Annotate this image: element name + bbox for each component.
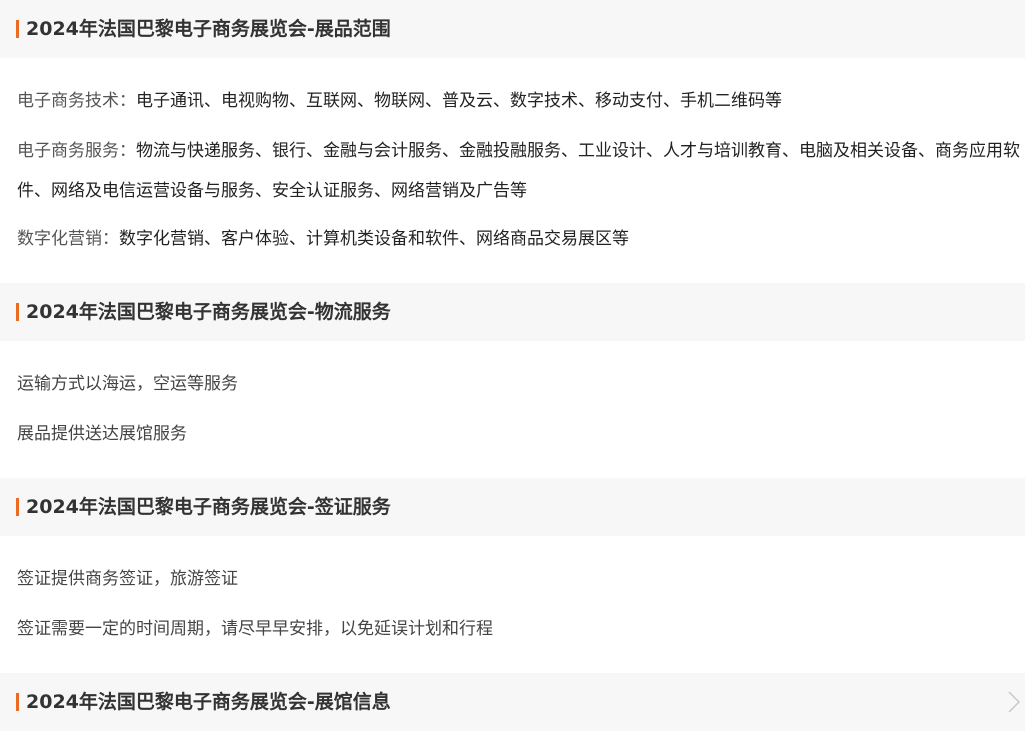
section-title: 2024年法国巴黎电子商务展览会-展品范围 [26, 18, 391, 40]
item-value: 物流与快递服务、银行、金融与会计服务、金融投融服务、工业设计、人才与培训教育、电… [17, 141, 1020, 201]
accent-bar [16, 693, 19, 711]
section-header-visa: 2024年法国巴黎电子商务展览会-签证服务 [0, 478, 1025, 536]
exhibit-item: 电子商务服务：物流与快递服务、银行、金融与会计服务、金融投融服务、工业设计、人才… [17, 131, 1022, 211]
item-key: 电子商务技术： [17, 91, 136, 111]
exhibit-item: 电子商务技术：电子通讯、电视购物、互联网、物联网、普及云、数字技术、移动支付、手… [17, 89, 782, 113]
item-key: 数字化营销： [17, 229, 119, 249]
exhibit-item: 数字化营销：数字化营销、客户体验、计算机类设备和软件、网络商品交易展区等 [17, 227, 629, 251]
section-header-venue[interactable]: 2024年法国巴黎电子商务展览会-展馆信息 [0, 673, 1025, 731]
section-header-exhibits: 2024年法国巴黎电子商务展览会-展品范围 [0, 0, 1025, 58]
accent-bar [16, 20, 19, 38]
section-title: 2024年法国巴黎电子商务展览会-物流服务 [26, 301, 391, 323]
logistics-item: 展品提供送达展馆服务 [17, 424, 187, 444]
item-value: 电子通讯、电视购物、互联网、物联网、普及云、数字技术、移动支付、手机二维码等 [136, 91, 782, 111]
chevron-right-icon[interactable] [1007, 690, 1021, 714]
section-title: 2024年法国巴黎电子商务展览会-签证服务 [26, 496, 391, 518]
accent-bar [16, 498, 19, 516]
section-title: 2024年法国巴黎电子商务展览会-展馆信息 [26, 691, 391, 713]
visa-item: 签证提供商务签证，旅游签证 [17, 569, 238, 589]
item-value: 数字化营销、客户体验、计算机类设备和软件、网络商品交易展区等 [119, 229, 629, 249]
visa-item: 签证需要一定的时间周期，请尽早早安排，以免延误计划和行程 [17, 619, 493, 639]
section-header-logistics: 2024年法国巴黎电子商务展览会-物流服务 [0, 283, 1025, 341]
item-key: 电子商务服务： [17, 141, 136, 161]
accent-bar [16, 303, 19, 321]
logistics-item: 运输方式以海运，空运等服务 [17, 374, 238, 394]
